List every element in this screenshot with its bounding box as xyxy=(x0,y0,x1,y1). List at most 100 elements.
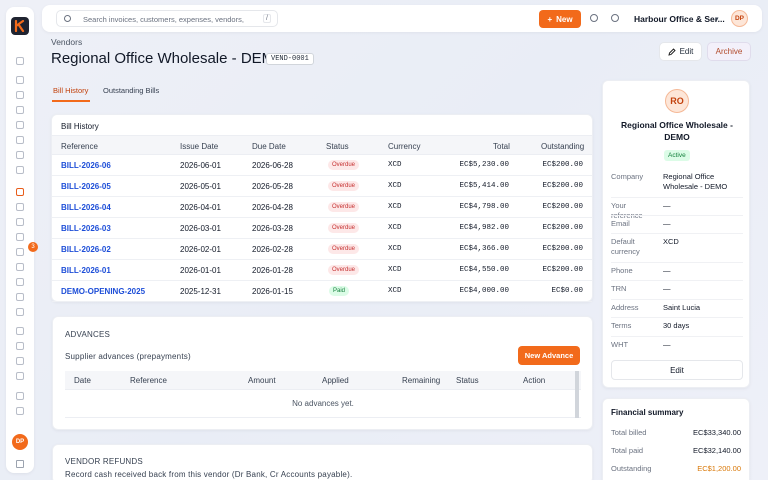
tab-outstanding-bills[interactable]: Outstanding Bills xyxy=(103,86,159,95)
edit-button[interactable]: Edit xyxy=(659,42,702,61)
advances-scrollbar[interactable] xyxy=(575,371,579,418)
archive-button[interactable]: Archive xyxy=(707,42,751,61)
field-label: TRN xyxy=(611,284,627,293)
home-icon[interactable] xyxy=(16,57,24,65)
user-avatar[interactable]: DP xyxy=(731,10,748,27)
bill-reference-link[interactable]: BILL-2026-03 xyxy=(61,224,111,233)
col-currency[interactable]: Currency xyxy=(388,142,420,151)
adv-col-action[interactable]: Action xyxy=(523,376,545,385)
sidebar-avatar[interactable]: DP xyxy=(12,434,28,450)
cart-icon[interactable] xyxy=(16,263,24,271)
chevron-down-icon[interactable]: ▾ xyxy=(715,15,719,23)
invoices-icon[interactable] xyxy=(16,106,24,114)
app-logo[interactable] xyxy=(11,17,29,35)
status-badge: Overdue xyxy=(328,160,360,170)
table-row[interactable]: BILL-2026-02 2026-02-01 2026-02-28 Overdue X… xyxy=(52,239,592,260)
send-icon[interactable] xyxy=(16,357,24,365)
bill-reference-link[interactable]: BILL-2026-06 xyxy=(61,161,111,170)
due-date: 2026-06-28 xyxy=(252,161,293,170)
adv-col-remaining[interactable]: Remaining xyxy=(402,376,440,385)
table-row[interactable]: BILL-2026-03 2026-03-01 2026-03-28 Overdue X… xyxy=(52,218,592,239)
adv-col-reference[interactable]: Reference xyxy=(130,376,167,385)
logout-icon[interactable] xyxy=(16,460,24,468)
field-divider xyxy=(611,262,743,263)
table-row[interactable]: BILL-2026-01 2026-01-01 2026-01-28 Overdue X… xyxy=(52,260,592,281)
transfer-icon[interactable] xyxy=(16,407,24,415)
inventory-icon[interactable] xyxy=(16,278,24,286)
table-row[interactable]: BILL-2026-06 2026-06-01 2026-06-28 Overdue X… xyxy=(52,155,592,176)
vendors-icon[interactable] xyxy=(16,188,24,196)
search-placeholder: Search invoices, customers, expenses, ve… xyxy=(83,15,244,24)
field-divider xyxy=(611,336,743,337)
bills-icon[interactable] xyxy=(16,203,24,211)
ledger-icon[interactable] xyxy=(16,308,24,316)
sync-icon[interactable] xyxy=(16,248,24,256)
issue-date: 2026-05-01 xyxy=(180,182,221,191)
bell-icon[interactable] xyxy=(590,14,598,22)
table-row[interactable]: BILL-2026-04 2026-04-01 2026-04-28 Overdue X… xyxy=(52,197,592,218)
col-issue-date[interactable]: Issue Date xyxy=(180,142,218,151)
pencil-icon xyxy=(667,47,676,56)
payments-icon[interactable] xyxy=(16,166,24,174)
field-divider xyxy=(611,299,743,300)
issue-date: 2026-06-01 xyxy=(180,161,221,170)
adv-col-status[interactable]: Status xyxy=(456,376,479,385)
bill-reference-link[interactable]: BILL-2026-02 xyxy=(61,245,111,254)
tab-bill-history[interactable]: Bill History xyxy=(53,86,88,95)
outstanding-value: EC$1,200.00 xyxy=(697,464,741,473)
documents-icon[interactable] xyxy=(16,136,24,144)
col-status[interactable]: Status xyxy=(326,142,349,151)
col-total[interactable]: Total xyxy=(493,142,510,151)
outstanding-amount: EC$0.00 xyxy=(551,287,583,295)
field-value: Regional Office Wholesale - DEMO xyxy=(663,172,728,191)
cards-icon[interactable] xyxy=(16,233,24,241)
bill-reference-link[interactable]: BILL-2026-01 xyxy=(61,266,111,275)
col-outstanding[interactable]: Outstanding xyxy=(541,142,584,151)
quotes-icon[interactable] xyxy=(16,121,24,129)
currency: XCD xyxy=(388,266,402,274)
dashboard-icon[interactable] xyxy=(16,76,24,84)
field-divider xyxy=(611,233,743,234)
issue-date: 2026-02-01 xyxy=(180,245,221,254)
bill-reference-link[interactable]: DEMO-OPENING-2025 xyxy=(61,287,145,296)
total-amount: EC$5,230.00 xyxy=(459,161,509,169)
help-icon[interactable] xyxy=(611,14,619,22)
settings-icon[interactable] xyxy=(16,392,24,400)
outstanding-amount: EC$200.00 xyxy=(542,161,583,169)
col-due-date[interactable]: Due Date xyxy=(252,142,286,151)
new-advance-button[interactable]: New Advance xyxy=(518,346,580,365)
currency: XCD xyxy=(388,224,402,232)
bill-reference-link[interactable]: BILL-2026-04 xyxy=(61,203,111,212)
plus-icon: + xyxy=(547,14,553,24)
field-value: — xyxy=(663,340,671,349)
customers-icon[interactable] xyxy=(16,91,24,99)
col-reference[interactable]: Reference xyxy=(61,142,98,151)
total-amount: EC$4,366.00 xyxy=(459,245,509,253)
bank-icon[interactable] xyxy=(16,372,24,380)
topbar: Search invoices, customers, expenses, ve… xyxy=(42,5,762,32)
status-badge: Overdue xyxy=(328,181,360,191)
adv-col-amount[interactable]: Amount xyxy=(248,376,276,385)
field-label: Email xyxy=(611,219,630,228)
outstanding-label: Outstanding xyxy=(611,464,652,473)
field-value: 30 days xyxy=(663,321,690,330)
new-button[interactable]: + New xyxy=(539,10,581,28)
profile-edit-button[interactable]: Edit xyxy=(611,360,743,380)
adv-col-applied[interactable]: Applied xyxy=(322,376,349,385)
breadcrumb[interactable]: Vendors xyxy=(51,37,82,47)
accounts-icon[interactable] xyxy=(16,327,24,335)
search-input[interactable]: Search invoices, customers, expenses, ve… xyxy=(56,10,278,27)
table-row[interactable]: BILL-2026-05 2026-05-01 2026-05-28 Overdue X… xyxy=(52,176,592,197)
table-row[interactable]: DEMO-OPENING-2025 2025-12-31 2026-01-15 Pai… xyxy=(52,281,592,302)
journal-icon[interactable] xyxy=(16,342,24,350)
list-icon[interactable] xyxy=(16,293,24,301)
org-switcher[interactable]: Harbour Office & Ser... xyxy=(634,14,725,24)
adv-col-date[interactable]: Date xyxy=(74,376,91,385)
field-value: — xyxy=(663,201,671,210)
due-date: 2026-01-15 xyxy=(252,287,293,296)
reports-icon[interactable] xyxy=(16,151,24,159)
bill-reference-link[interactable]: BILL-2026-05 xyxy=(61,182,111,191)
total-paid-value: EC$32,140.00 xyxy=(693,446,741,455)
expenses-icon[interactable] xyxy=(16,218,24,226)
vendor-name: Regional Office Wholesale - DEMO xyxy=(621,120,733,142)
